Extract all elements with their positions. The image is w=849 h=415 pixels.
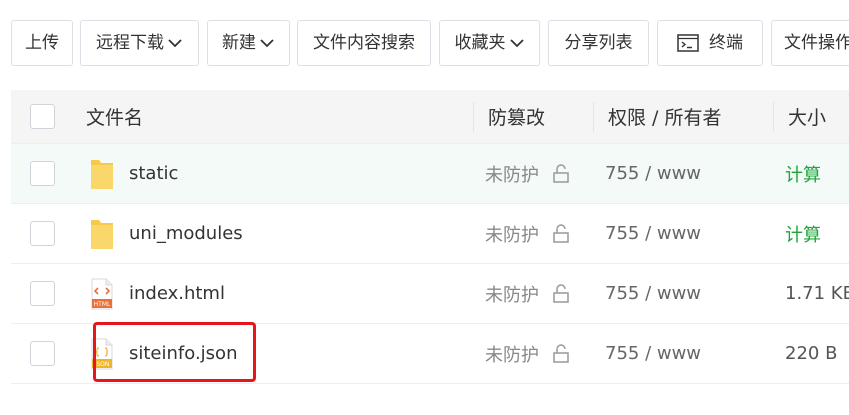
folder-icon — [91, 220, 113, 249]
html-file-icon: HTML — [91, 278, 113, 310]
protection-label: 未防护 — [485, 344, 539, 366]
share-list-button[interactable]: 分享列表 — [548, 20, 649, 66]
unlock-icon — [553, 163, 569, 183]
column-divider — [593, 102, 594, 132]
unlock-icon — [553, 343, 569, 363]
header-permission[interactable]: 权限 / 所有者 — [608, 90, 721, 143]
file-name[interactable]: index.html — [129, 264, 225, 323]
size-calc-link[interactable]: 计算 — [785, 144, 821, 203]
terminal-icon — [677, 34, 699, 52]
protection-status[interactable]: 未防护 — [485, 144, 571, 203]
remote-download-label: 远程下载 — [96, 33, 164, 53]
file-ops-label: 文件操作记录 — [784, 33, 849, 53]
size-calc-link[interactable]: 计算 — [785, 204, 821, 263]
header-tamper[interactable]: 防篡改 — [488, 90, 545, 143]
protection-label: 未防护 — [485, 224, 539, 246]
file-ops-button[interactable]: 文件操作记录 — [771, 20, 849, 66]
annotation-highlight-box — [93, 322, 256, 382]
header-size[interactable]: 大小 — [788, 90, 826, 143]
chevron-down-icon — [509, 39, 524, 48]
new-label: 新建 — [222, 33, 256, 53]
permission-value[interactable]: 755 / www — [605, 264, 701, 323]
column-divider — [773, 102, 774, 132]
protection-label: 未防护 — [485, 164, 539, 186]
size-value: 220 B — [785, 343, 838, 364]
share-list-label: 分享列表 — [564, 33, 633, 53]
chevron-down-icon — [260, 39, 274, 48]
html-badge: HTML — [94, 301, 111, 308]
file-name[interactable]: static — [129, 144, 178, 203]
permission-value[interactable]: 755 / www — [605, 204, 701, 263]
chevron-down-icon — [168, 39, 182, 48]
row-checkbox[interactable] — [30, 281, 55, 306]
protection-label: 未防护 — [485, 284, 539, 306]
terminal-label: 终端 — [709, 33, 743, 53]
content-search-label: 文件内容搜索 — [313, 33, 415, 53]
file-manager: 上传 远程下载 新建 文件内容搜索 收藏夹 分享列表 终端 文件操 文件名 防篡… — [0, 0, 849, 415]
favorites-button[interactable]: 收藏夹 — [439, 20, 540, 66]
header-name[interactable]: 文件名 — [86, 90, 143, 143]
unlock-icon — [553, 223, 569, 243]
favorites-label: 收藏夹 — [454, 33, 506, 53]
remote-download-button[interactable]: 远程下载 — [80, 20, 199, 66]
row-checkbox[interactable] — [30, 161, 55, 186]
row-checkbox[interactable] — [30, 341, 55, 366]
size-value: 1.71 KB — [785, 283, 849, 304]
permission-value[interactable]: 755 / www — [605, 324, 701, 383]
row-checkbox[interactable] — [30, 221, 55, 246]
upload-label: 上传 — [25, 33, 59, 53]
table-row[interactable]: static 未防护 755 / www 计算 — [11, 144, 849, 204]
table-header: 文件名 防篡改 权限 / 所有者 大小 — [11, 90, 849, 144]
protection-status[interactable]: 未防护 — [485, 324, 571, 383]
terminal-button[interactable]: 终端 — [657, 20, 763, 66]
table-row[interactable]: uni_modules 未防护 755 / www 计算 — [11, 204, 849, 264]
select-all-checkbox[interactable] — [30, 104, 55, 129]
table-row[interactable]: HTML index.html 未防护 755 / www 1.71 KB — [11, 264, 849, 324]
unlock-icon — [553, 283, 569, 303]
column-divider — [473, 102, 474, 132]
upload-button[interactable]: 上传 — [11, 20, 73, 66]
folder-icon — [91, 160, 113, 189]
protection-status[interactable]: 未防护 — [485, 264, 571, 323]
permission-value[interactable]: 755 / www — [605, 144, 701, 203]
file-name[interactable]: uni_modules — [129, 204, 243, 263]
content-search-button[interactable]: 文件内容搜索 — [297, 20, 431, 66]
new-button[interactable]: 新建 — [207, 20, 290, 66]
protection-status[interactable]: 未防护 — [485, 204, 571, 263]
